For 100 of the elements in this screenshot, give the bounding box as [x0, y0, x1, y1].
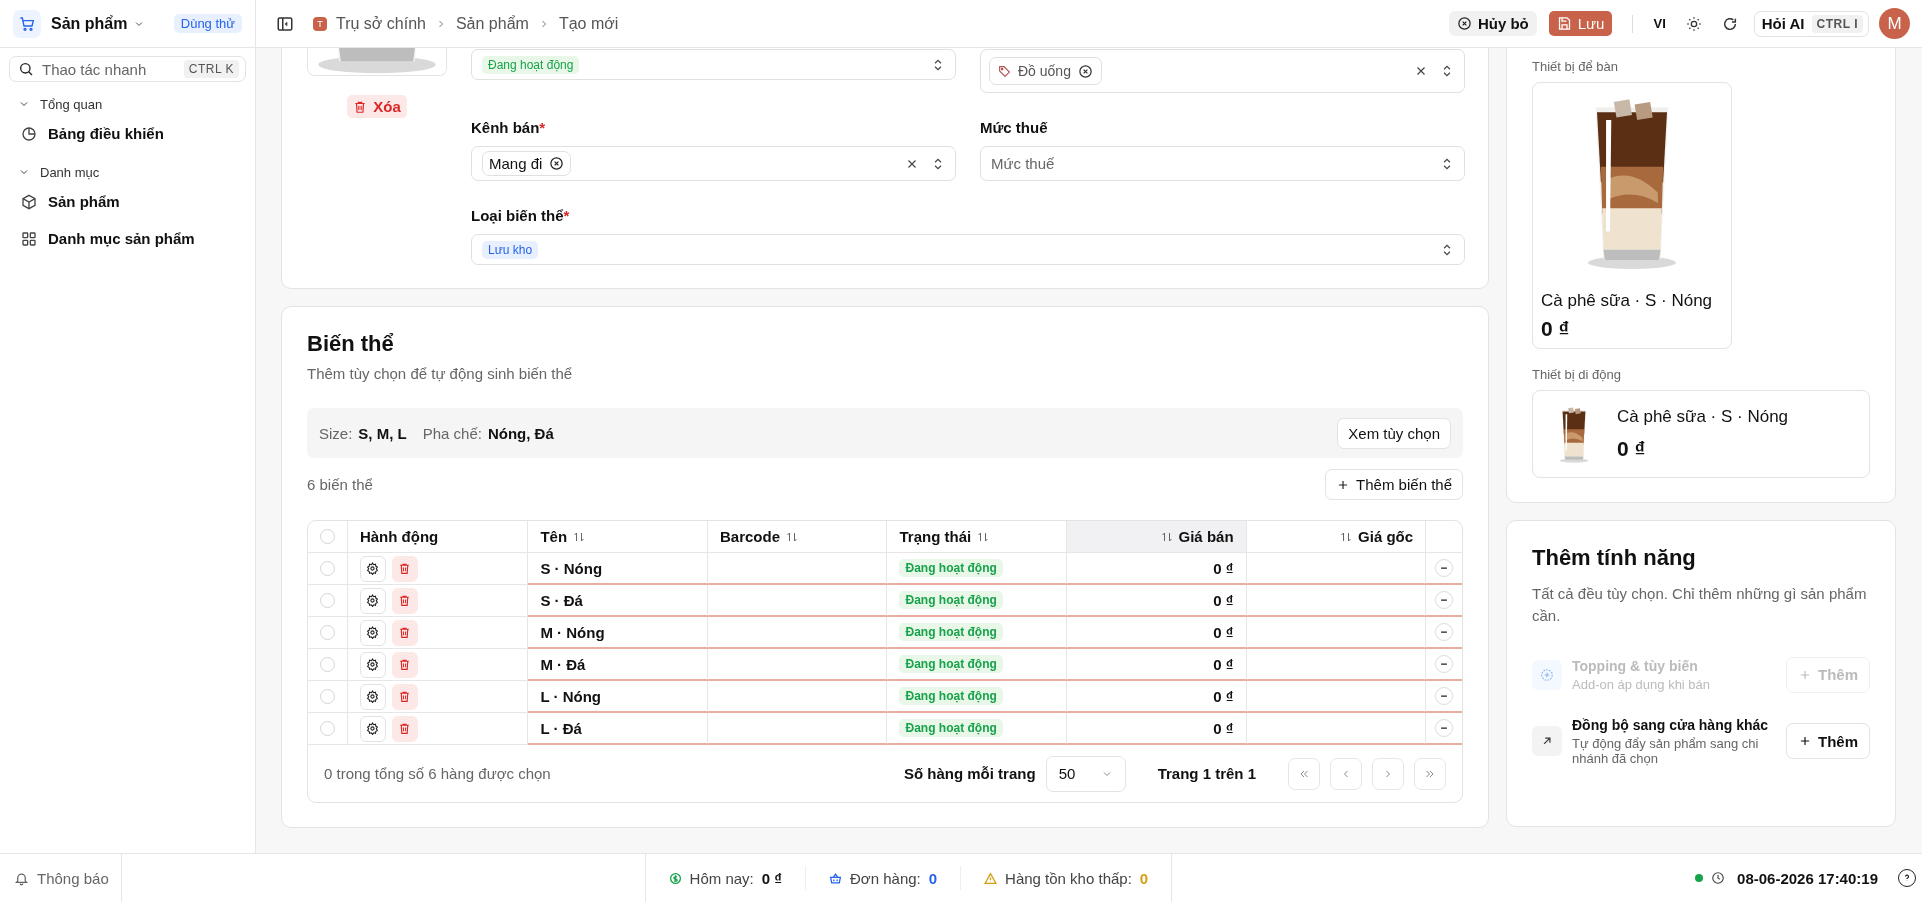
add-feature-button[interactable]: Thêm [1786, 723, 1870, 759]
selection-summary: 0 trong tổng số 6 hàng được chọn [324, 765, 551, 782]
rows-per-page-label: Số hàng mỗi trang [903, 765, 1036, 782]
category-chip: Đồ uống [989, 57, 1102, 85]
column-header[interactable]: Barcode [707, 521, 888, 553]
search-input[interactable]: Thao tác nhanh [42, 60, 176, 78]
table-cell: S · Nóng [528, 553, 708, 585]
section-subtitle: Thêm tùy chọn để tự động sinh biến thể [307, 365, 574, 382]
notifications-button[interactable]: Thông báo [0, 854, 122, 902]
search-icon [18, 61, 34, 77]
table-cell: 0 ₫ [1067, 681, 1247, 713]
ask-ai-button[interactable]: Hỏi AI CTRL I [1753, 10, 1869, 37]
delete-button[interactable] [391, 651, 418, 678]
product-price: 0 ₫ [1540, 316, 1571, 341]
field-label: Mức thuế [980, 119, 1048, 136]
variant-type-select[interactable]: Lưu kho [471, 234, 1465, 265]
settings-button[interactable] [359, 619, 386, 646]
table-cell: 0 ₫ [1067, 713, 1247, 745]
refresh-icon[interactable] [1721, 15, 1738, 32]
stat-value: 0 ₫ [761, 869, 782, 887]
delete-button[interactable] [391, 619, 418, 646]
delete-button[interactable] [391, 555, 418, 582]
table-cell: 0 ₫ [1067, 617, 1247, 649]
stat-value: 0 [928, 869, 938, 887]
remove-icon[interactable] [549, 156, 565, 171]
user-avatar[interactable]: M [1879, 8, 1910, 39]
save-button[interactable]: Lưu [1548, 11, 1613, 36]
column-header[interactable]: Giá bán [1067, 521, 1247, 553]
section-title: Biến thể [307, 331, 395, 357]
table-cell: M · Đá [528, 649, 708, 681]
sales-channel-select[interactable]: Mang đi [471, 146, 956, 181]
category-select[interactable]: Đồ uống [980, 49, 1465, 93]
basket-icon [829, 871, 842, 885]
sidebar-item[interactable]: Sản phẩm [9, 185, 246, 218]
stat-label: Đơn hàng: [850, 869, 921, 887]
add-variant-button[interactable]: Thêm biến thể [1325, 469, 1463, 500]
feature-title: Đồng bộ sang cửa hàng khác [1572, 716, 1770, 733]
cancel-button[interactable]: Hủy bỏ [1448, 11, 1537, 36]
sidebar-item[interactable]: Danh mục sản phẩm [9, 222, 246, 255]
status-tag: Đang hoạt động [899, 591, 1003, 609]
variant-count: 6 biến thể [307, 476, 373, 493]
device-label: Thiết bị để bàn [1532, 59, 1618, 74]
feature-description: Add-on áp dụng khi bán [1572, 676, 1712, 692]
remove-icon[interactable] [1077, 63, 1093, 79]
view-options-button[interactable]: Xem tùy chọn [1337, 417, 1451, 449]
trash-icon [398, 626, 412, 639]
gear-icon [366, 658, 380, 671]
delete-button[interactable] [391, 683, 418, 710]
field-label: Loại biến thể* [471, 207, 570, 224]
group-header[interactable]: Tổng quan [9, 96, 103, 112]
gear-icon [366, 690, 380, 703]
grid-icon [21, 230, 37, 247]
table-cell: 0 ₫ [1067, 553, 1247, 585]
column-header[interactable]: Giá gốc [1246, 521, 1427, 553]
date-time: 08-06-2026 17:40:19 [1737, 869, 1878, 887]
clock-icon [1711, 871, 1726, 885]
gear-icon [366, 626, 380, 639]
stat-label: Hôm nay: [689, 869, 754, 887]
breadcrumb-link[interactable]: Trụ sở chính [336, 14, 426, 33]
settings-button[interactable] [359, 555, 386, 582]
column-header[interactable]: Hành động [347, 521, 529, 553]
language-button[interactable]: VI [1653, 16, 1666, 31]
tax-rate-select[interactable]: Mức thuế [980, 146, 1465, 181]
column-header[interactable]: Tên [528, 521, 708, 553]
search-field[interactable]: Thao tác nhanh CTRL K [9, 56, 246, 82]
feature-title: Topping & tùy biến [1572, 657, 1699, 674]
settings-button[interactable] [359, 715, 386, 742]
app-switcher[interactable]: Sản phẩm [51, 14, 146, 33]
bell-icon [14, 870, 29, 886]
status-tag: Đang hoạt động [899, 719, 1003, 737]
delete-image-button[interactable]: Xóa [347, 95, 407, 118]
box-icon [21, 193, 37, 210]
table-cell: L · Đá [528, 713, 708, 745]
field-label: Kênh bán* [471, 119, 546, 136]
trash-icon [353, 99, 368, 114]
gear-icon [366, 722, 380, 735]
rows-per-page-select[interactable]: 50 [1045, 755, 1126, 792]
delete-button[interactable] [391, 715, 418, 742]
gear-icon [366, 594, 380, 607]
theme-icon[interactable] [1685, 15, 1702, 32]
sidebar-toggle-icon[interactable] [276, 14, 294, 33]
sidebar-item[interactable]: Bảng điều khiển [9, 117, 246, 150]
cart-icon [13, 9, 41, 38]
settings-button[interactable] [359, 683, 386, 710]
channel-chip: Mang đi [482, 151, 572, 176]
breadcrumb-link[interactable]: Tạo mới [558, 14, 619, 33]
settings-button[interactable] [359, 587, 386, 614]
settings-button[interactable] [359, 651, 386, 678]
option-values: S, M, L [358, 424, 407, 442]
device-label: Thiết bị di động [1532, 366, 1621, 382]
delete-button[interactable] [391, 587, 418, 614]
breadcrumb-link[interactable]: Sản phẩm [455, 14, 529, 33]
trash-icon [398, 658, 412, 671]
group-header[interactable]: Danh mục [9, 164, 100, 180]
variant-type-tag: Lưu kho [482, 240, 539, 259]
status-tag: Đang hoạt động [899, 623, 1003, 641]
trash-icon [398, 594, 412, 607]
feature-description: Tự động đẩy sản phẩm sang chi nhánh đã chọn [1572, 735, 1760, 766]
section-description: Tất cả đều tùy chọn. Chỉ thêm những gì sản phẩm cần. [1532, 584, 1868, 626]
product-name: Cà phê sữa · S · Nóng [1540, 290, 1714, 311]
